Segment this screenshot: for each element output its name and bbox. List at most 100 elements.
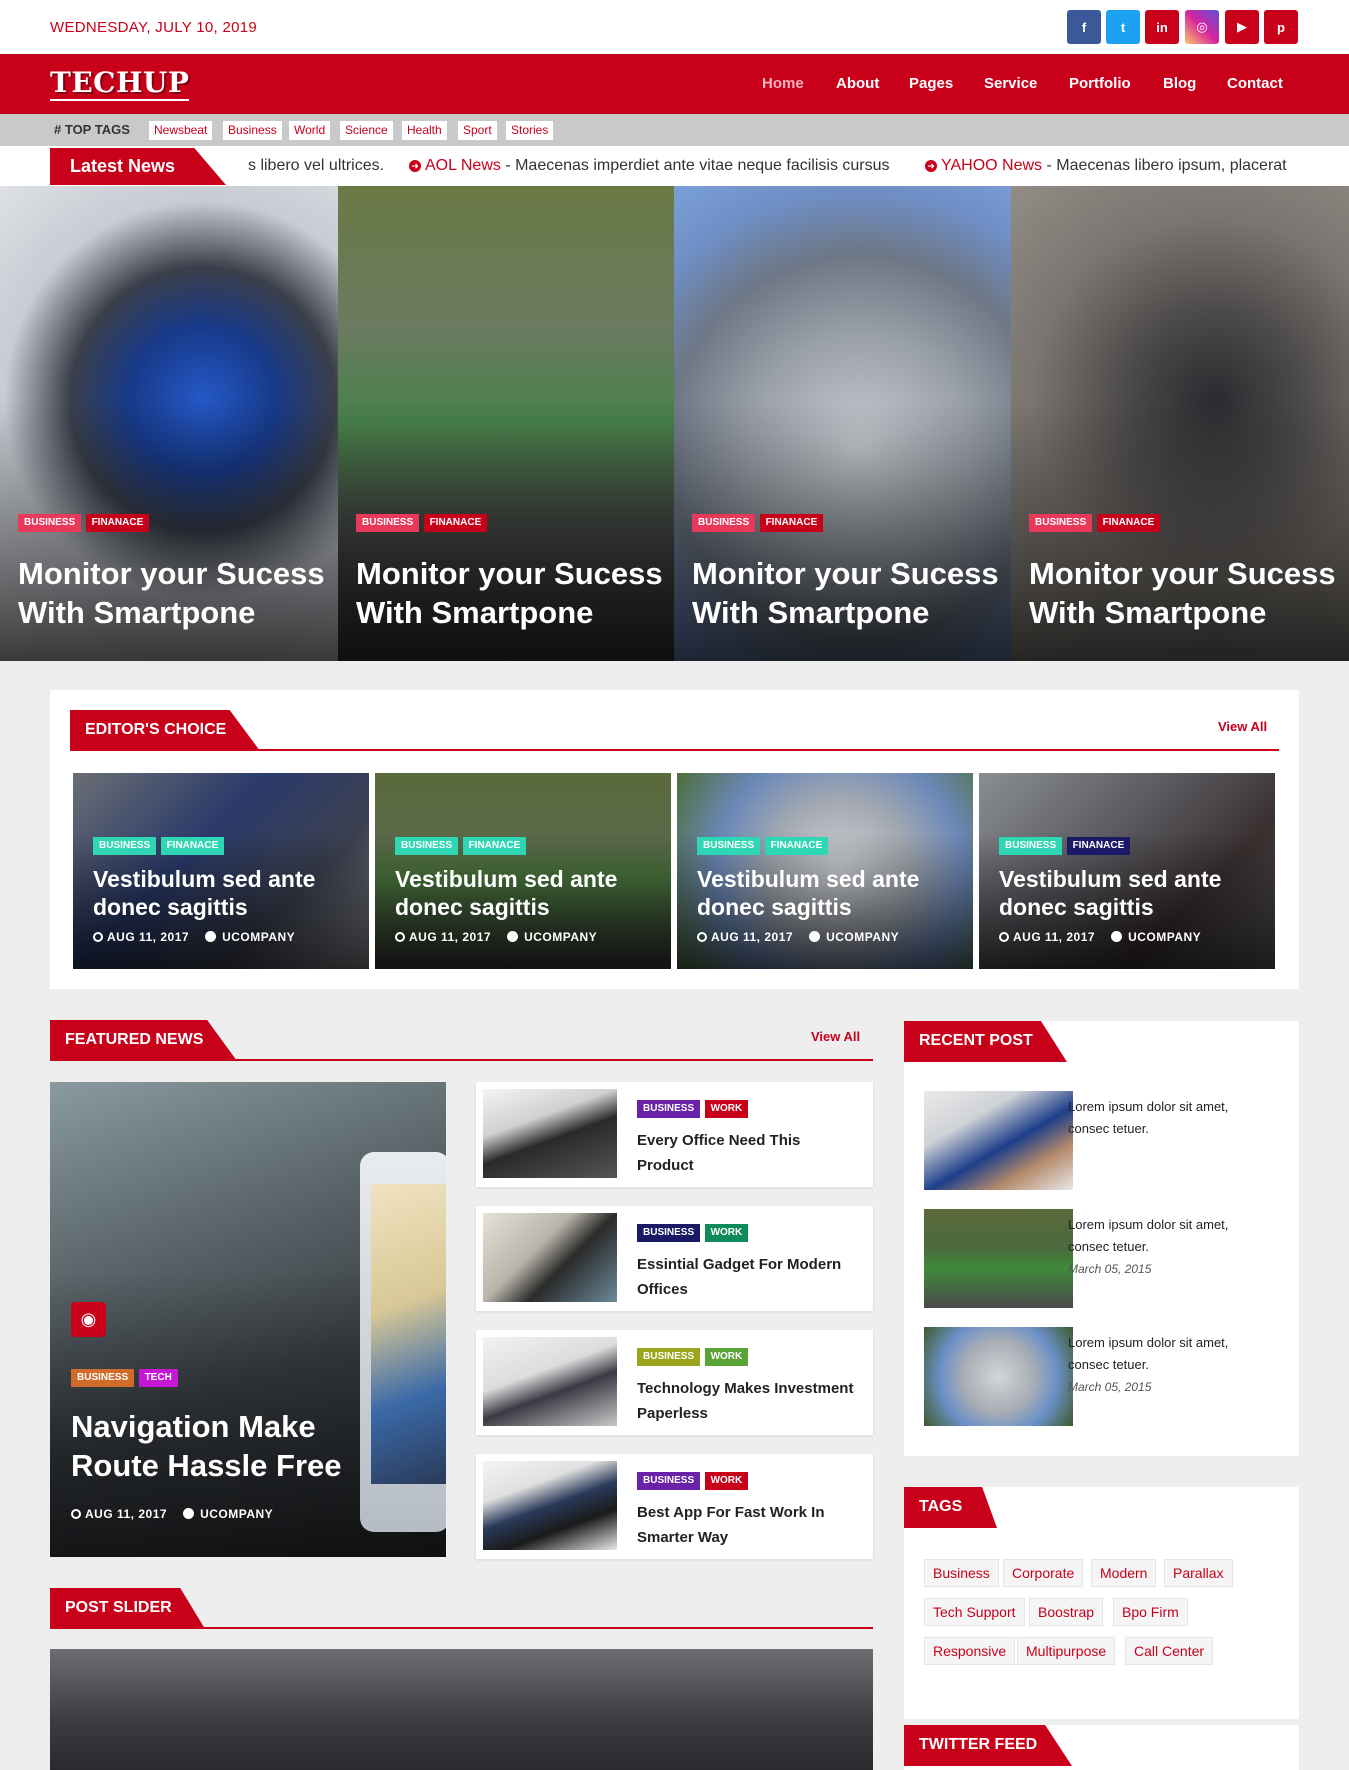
post-title[interactable]: Essintial Gadget For Modern Offices: [637, 1252, 857, 1302]
ticker-item[interactable]: ➜ AOL News - Maecenas imperdiet ante vita…: [409, 157, 890, 175]
tag-tech-support[interactable]: Tech Support: [924, 1598, 1025, 1626]
category-badge[interactable]: WORK: [704, 1224, 749, 1242]
pinterest-icon[interactable]: p: [1264, 10, 1298, 44]
youtube-icon[interactable]: ▶: [1225, 10, 1259, 44]
top-tag-health[interactable]: Health: [402, 121, 447, 140]
twitter-icon[interactable]: t: [1106, 10, 1140, 44]
category-badge[interactable]: WORK: [704, 1472, 749, 1490]
hero-card[interactable]: BUSINESS FINANACE Monitor your Sucess Wi…: [338, 186, 674, 661]
ticker-item[interactable]: ➜ YAHOO News - Maecenas libero ipsum, pla…: [925, 157, 1287, 175]
category-badge[interactable]: TECH: [138, 1369, 178, 1387]
featured-list-item[interactable]: BUSINESS WORK Every Office Need This Pro…: [476, 1082, 873, 1187]
nav-home[interactable]: Home: [762, 75, 804, 92]
recent-post-thumbnail[interactable]: [924, 1091, 1073, 1190]
tag-modern[interactable]: Modern: [1091, 1559, 1157, 1587]
card-title[interactable]: Vestibulum sed ante donec sagittis: [999, 865, 1259, 921]
tag-boostrap[interactable]: Boostrap: [1029, 1598, 1104, 1626]
category-badge[interactable]: FINANACE: [462, 837, 527, 855]
featured-news-view-all[interactable]: View All: [811, 1029, 860, 1044]
post-thumbnail[interactable]: [483, 1213, 617, 1302]
hero-card[interactable]: BUSINESS FINANACE Monitor your Sucess Wi…: [0, 186, 338, 661]
editors-choice-card[interactable]: BUSINESS FINANACE Vestibulum sed ante do…: [979, 773, 1275, 969]
top-tag-business[interactable]: Business: [223, 121, 282, 140]
post-title[interactable]: Every Office Need This Product: [637, 1128, 857, 1178]
post-thumbnail[interactable]: [483, 1089, 617, 1178]
category-badge[interactable]: FINANACE: [423, 514, 488, 532]
category-badge[interactable]: WORK: [704, 1348, 749, 1366]
featured-list-item[interactable]: BUSINESS WORK Technology Makes Investmen…: [476, 1330, 873, 1435]
category-badge[interactable]: BUSINESS: [999, 837, 1063, 855]
hero-card[interactable]: BUSINESS FINANACE Monitor your Sucess Wi…: [674, 186, 1011, 661]
category-badge[interactable]: FINANACE: [1066, 837, 1131, 855]
category-badge[interactable]: FINANACE: [759, 514, 824, 532]
category-badge[interactable]: FINANACE: [1096, 514, 1161, 532]
category-badge[interactable]: BUSINESS: [356, 514, 420, 532]
card-title[interactable]: Vestibulum sed ante donec sagittis: [697, 865, 957, 921]
category-badge[interactable]: FINANACE: [764, 837, 829, 855]
category-badge[interactable]: FINANACE: [85, 514, 150, 532]
instagram-icon[interactable]: ◎: [1185, 10, 1219, 44]
featured-main-title[interactable]: Navigation Make Route Hassle Free: [71, 1407, 411, 1485]
post-slider-image[interactable]: [50, 1649, 873, 1770]
editors-choice-card[interactable]: BUSINESS FINANACE Vestibulum sed ante do…: [677, 773, 973, 969]
camera-icon[interactable]: ◉: [71, 1302, 106, 1337]
post-thumbnail[interactable]: [483, 1337, 617, 1426]
recent-post-thumbnail[interactable]: [924, 1209, 1073, 1308]
tag-parallax[interactable]: Parallax: [1164, 1559, 1233, 1587]
site-logo[interactable]: TECHUP: [50, 66, 190, 101]
editors-choice-card[interactable]: BUSINESS FINANACE Vestibulum sed ante do…: [375, 773, 671, 969]
tag-call-center[interactable]: Call Center: [1125, 1637, 1214, 1665]
hero-title[interactable]: Monitor your Sucess With Smartpone: [692, 554, 1002, 632]
tag-bpo-firm[interactable]: Bpo Firm: [1113, 1598, 1188, 1626]
top-tag-newsbeat[interactable]: Newsbeat: [149, 121, 213, 140]
category-badge[interactable]: BUSINESS: [71, 1369, 135, 1387]
top-tag-stories[interactable]: Stories: [506, 121, 554, 140]
post-title[interactable]: Best App For Fast Work In Smarter Way: [637, 1500, 857, 1550]
category-badge[interactable]: BUSINESS: [93, 837, 157, 855]
featured-list-item[interactable]: BUSINESS WORK Essintial Gadget For Moder…: [476, 1206, 873, 1311]
card-title[interactable]: Vestibulum sed ante donec sagittis: [395, 865, 655, 921]
nav-about[interactable]: About: [836, 75, 879, 92]
top-tag-world[interactable]: World: [289, 121, 331, 140]
post-thumbnail[interactable]: [483, 1461, 617, 1550]
nav-pages[interactable]: Pages: [909, 75, 953, 92]
category-badge[interactable]: BUSINESS: [637, 1224, 701, 1242]
tag-responsive[interactable]: Responsive: [924, 1637, 1016, 1665]
hero-title[interactable]: Monitor your Sucess With Smartpone: [1029, 554, 1339, 632]
category-badge[interactable]: BUSINESS: [637, 1472, 701, 1490]
category-badge[interactable]: WORK: [704, 1100, 749, 1118]
category-badge[interactable]: BUSINESS: [395, 837, 459, 855]
card-title[interactable]: Vestibulum sed ante donec sagittis: [93, 865, 353, 921]
hero-title[interactable]: Monitor your Sucess With Smartpone: [18, 554, 328, 632]
linkedin-icon[interactable]: in: [1145, 10, 1179, 44]
category-badge[interactable]: BUSINESS: [1029, 514, 1093, 532]
featured-list-item[interactable]: BUSINESS WORK Best App For Fast Work In …: [476, 1454, 873, 1559]
tag-corporate[interactable]: Corporate: [1003, 1559, 1084, 1587]
hero-card[interactable]: BUSINESS FINANACE Monitor your Sucess Wi…: [1011, 186, 1349, 661]
nav-blog[interactable]: Blog: [1163, 75, 1196, 92]
featured-main-card[interactable]: ◉ BUSINESS TECH Navigation Make Route Ha…: [50, 1082, 446, 1557]
tag-multipurpose[interactable]: Multipurpose: [1017, 1637, 1116, 1665]
recent-post-thumbnail[interactable]: [924, 1327, 1073, 1426]
top-tag-sport[interactable]: Sport: [458, 121, 497, 140]
facebook-icon[interactable]: f: [1067, 10, 1101, 44]
category-badge[interactable]: BUSINESS: [692, 514, 756, 532]
recent-post-text[interactable]: Lorem ipsum dolor sit amet, consec tetue…: [1068, 1332, 1258, 1376]
recent-post-text[interactable]: Lorem ipsum dolor sit amet, consec tetue…: [1068, 1096, 1258, 1140]
hero-title[interactable]: Monitor your Sucess With Smartpone: [356, 554, 666, 632]
category-badge[interactable]: BUSINESS: [18, 514, 82, 532]
category-badge[interactable]: FINANACE: [160, 837, 225, 855]
category-badge[interactable]: BUSINESS: [637, 1100, 701, 1118]
nav-service[interactable]: Service: [984, 75, 1037, 92]
recent-post-text[interactable]: Lorem ipsum dolor sit amet, consec tetue…: [1068, 1214, 1258, 1258]
tag-business[interactable]: Business: [924, 1559, 999, 1587]
editors-choice-card[interactable]: BUSINESS FINANACE Vestibulum sed ante do…: [73, 773, 369, 969]
ticker-item[interactable]: s libero vel ultrices.: [248, 157, 384, 175]
post-title[interactable]: Technology Makes Investment Paperless: [637, 1376, 857, 1426]
category-badge[interactable]: BUSINESS: [697, 837, 761, 855]
nav-contact[interactable]: Contact: [1227, 75, 1283, 92]
nav-portfolio[interactable]: Portfolio: [1069, 75, 1131, 92]
top-tag-science[interactable]: Science: [340, 121, 393, 140]
editors-choice-view-all[interactable]: View All: [1218, 719, 1267, 734]
category-badge[interactable]: BUSINESS: [637, 1348, 701, 1366]
